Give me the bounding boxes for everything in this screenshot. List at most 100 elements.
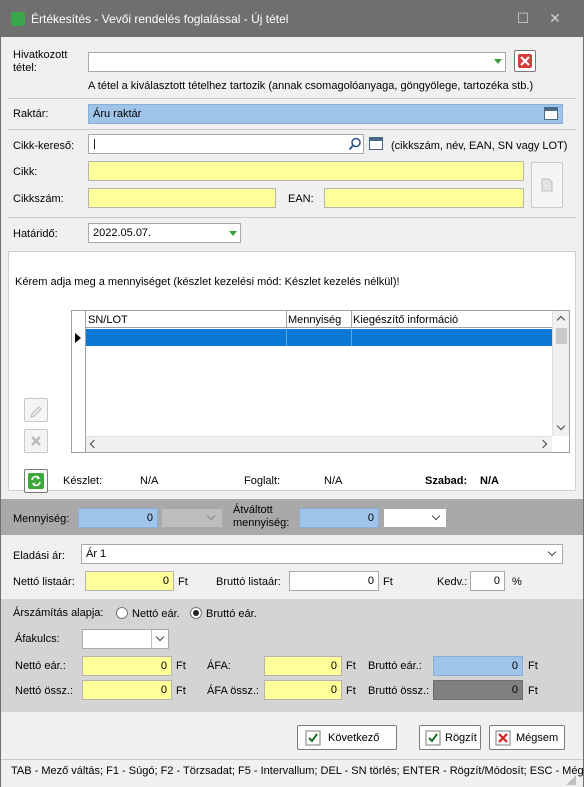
- title-bar[interactable]: Értékesítés - Vevői rendelés foglalással…: [1, 1, 583, 37]
- discount-unit: %: [512, 576, 522, 588]
- scroll-down-icon[interactable]: [556, 421, 566, 431]
- gross-price-option-label[interactable]: Bruttó eár.: [206, 608, 257, 620]
- converted-quantity-field[interactable]: 0: [299, 508, 379, 528]
- net-price-radio[interactable]: [116, 607, 128, 619]
- item-field[interactable]: [88, 161, 524, 181]
- resize-grip-icon[interactable]: [566, 775, 576, 785]
- chevron-down-icon[interactable]: [155, 632, 165, 642]
- reserved-value: N/A: [324, 475, 343, 487]
- quantity-label: Mennyiség:: [13, 513, 70, 525]
- list-icon[interactable]: [369, 137, 383, 150]
- gross-price-radio[interactable]: [190, 607, 202, 619]
- net-unit-price-label: Nettó eár.:: [15, 660, 66, 672]
- converted-quantity-label-2: mennyiség:: [233, 517, 290, 529]
- dialog-window: Értékesítés - Vevői rendelés foglalással…: [0, 0, 584, 787]
- ref-item-label-1: Hivatkozott: [13, 49, 68, 61]
- converted-quantity-label-1: Átváltott: [233, 504, 273, 516]
- check-icon: [425, 730, 441, 746]
- cancel-button-label: Mégsem: [516, 732, 559, 744]
- free-label: Szabad:: [425, 475, 468, 487]
- warehouse-label: Raktár:: [13, 108, 49, 120]
- net-total-currency: Ft: [176, 685, 186, 697]
- quantity-unit-select[interactable]: [161, 508, 223, 528]
- scroll-thumb[interactable]: [556, 328, 567, 344]
- clear-ref-button[interactable]: [514, 50, 536, 72]
- ref-item-combo[interactable]: [88, 52, 506, 72]
- horizontal-scrollbar[interactable]: [86, 436, 552, 452]
- gross-list-price-label: Bruttó listaár:: [216, 576, 281, 588]
- net-list-price-currency: Ft: [178, 576, 188, 588]
- save-button[interactable]: Rögzít: [419, 725, 481, 750]
- current-row-indicator-icon: [75, 333, 81, 343]
- table-row[interactable]: [86, 329, 552, 346]
- item-search-input[interactable]: |: [88, 134, 364, 154]
- maximize-icon[interactable]: ☐: [514, 9, 532, 27]
- item-no-field[interactable]: [88, 188, 276, 208]
- stock-value: N/A: [140, 475, 159, 487]
- item-search-label: Cikk-kereső:: [13, 140, 75, 152]
- warehouse-field[interactable]: Áru raktár: [88, 104, 563, 124]
- app-icon: [11, 12, 25, 26]
- delete-row-button[interactable]: [24, 429, 48, 453]
- edit-row-button[interactable]: [24, 398, 48, 422]
- quantity-field[interactable]: 0: [78, 508, 158, 528]
- divider: [8, 129, 576, 130]
- column-header-info[interactable]: Kiegészítő információ: [353, 314, 458, 326]
- deadline-date-picker[interactable]: 2022.05.07.: [88, 223, 241, 243]
- net-total-label: Nettó össz.:: [15, 685, 74, 697]
- discount-label: Kedv.:: [437, 576, 468, 588]
- divider: [8, 217, 576, 218]
- net-price-option-label[interactable]: Nettó eár.: [132, 608, 180, 620]
- next-button-label: Következő: [328, 732, 380, 744]
- stock-label: Készlet:: [63, 475, 103, 487]
- net-list-price-label: Nettó listaár:: [13, 576, 75, 588]
- close-icon[interactable]: ✕: [546, 9, 564, 27]
- net-total-field[interactable]: 0: [82, 680, 172, 700]
- vat-total-currency: Ft: [346, 685, 356, 697]
- vat-total-field[interactable]: 0: [264, 680, 342, 700]
- free-value: N/A: [480, 475, 499, 487]
- status-bar-text: TAB - Mező váltás; F1 - Súgó; F2 - Törzs…: [11, 765, 584, 777]
- deadline-label: Határidő:: [13, 228, 58, 240]
- calendar-list-icon[interactable]: [544, 107, 558, 120]
- net-unit-price-field[interactable]: 0: [82, 656, 172, 676]
- scroll-right-icon[interactable]: [538, 439, 548, 449]
- item-details-button[interactable]: [531, 162, 563, 208]
- vat-amount-label: ÁFA:: [207, 660, 231, 672]
- ref-item-label-2: tétel:: [13, 62, 37, 74]
- scroll-up-icon[interactable]: [556, 315, 566, 325]
- cancel-button[interactable]: Mégsem: [489, 725, 565, 750]
- dropdown-arrow-icon[interactable]: [229, 231, 237, 236]
- status-bar: TAB - Mező váltás; F1 - Súgó; F2 - Törzs…: [1, 759, 584, 787]
- gross-list-price-field[interactable]: 0: [289, 571, 379, 591]
- vat-total-label: ÁFA össz.:: [207, 685, 259, 697]
- item-search-hint: (cikkszám, név, EAN, SN vagy LOT): [391, 140, 568, 152]
- sn-lot-grid[interactable]: SN/LOT Mennyiség Kiegészítő információ: [71, 310, 570, 453]
- gross-total-label: Bruttó össz.:: [368, 685, 430, 697]
- gross-list-price-currency: Ft: [383, 576, 393, 588]
- column-header-snlot[interactable]: SN/LOT: [88, 314, 128, 326]
- next-button[interactable]: Következő: [297, 725, 397, 750]
- save-button-label: Rögzít: [445, 732, 477, 744]
- item-label: Cikk:: [13, 166, 38, 178]
- column-header-quantity[interactable]: Mennyiség: [288, 314, 341, 326]
- dropdown-button[interactable]: [151, 630, 168, 648]
- ean-label: EAN:: [288, 193, 314, 205]
- ean-field[interactable]: [324, 188, 524, 208]
- vat-amount-field[interactable]: 0: [264, 656, 342, 676]
- red-x-icon: [518, 54, 532, 68]
- document-icon: [541, 178, 553, 192]
- discount-field[interactable]: 0: [470, 571, 505, 591]
- dropdown-arrow-icon[interactable]: [494, 59, 502, 64]
- delete-x-icon: [31, 436, 41, 446]
- gross-total-currency: Ft: [528, 685, 538, 697]
- scroll-left-icon[interactable]: [89, 439, 99, 449]
- cancel-x-icon: [495, 730, 511, 746]
- gross-unit-price-field[interactable]: 0: [433, 656, 523, 676]
- search-icon[interactable]: [348, 137, 362, 151]
- vertical-scrollbar[interactable]: [552, 311, 569, 436]
- divider: [8, 98, 576, 99]
- refresh-stock-button[interactable]: [24, 469, 48, 493]
- sales-price-select[interactable]: Ár 1: [81, 544, 563, 564]
- net-list-price-field[interactable]: 0: [85, 571, 174, 591]
